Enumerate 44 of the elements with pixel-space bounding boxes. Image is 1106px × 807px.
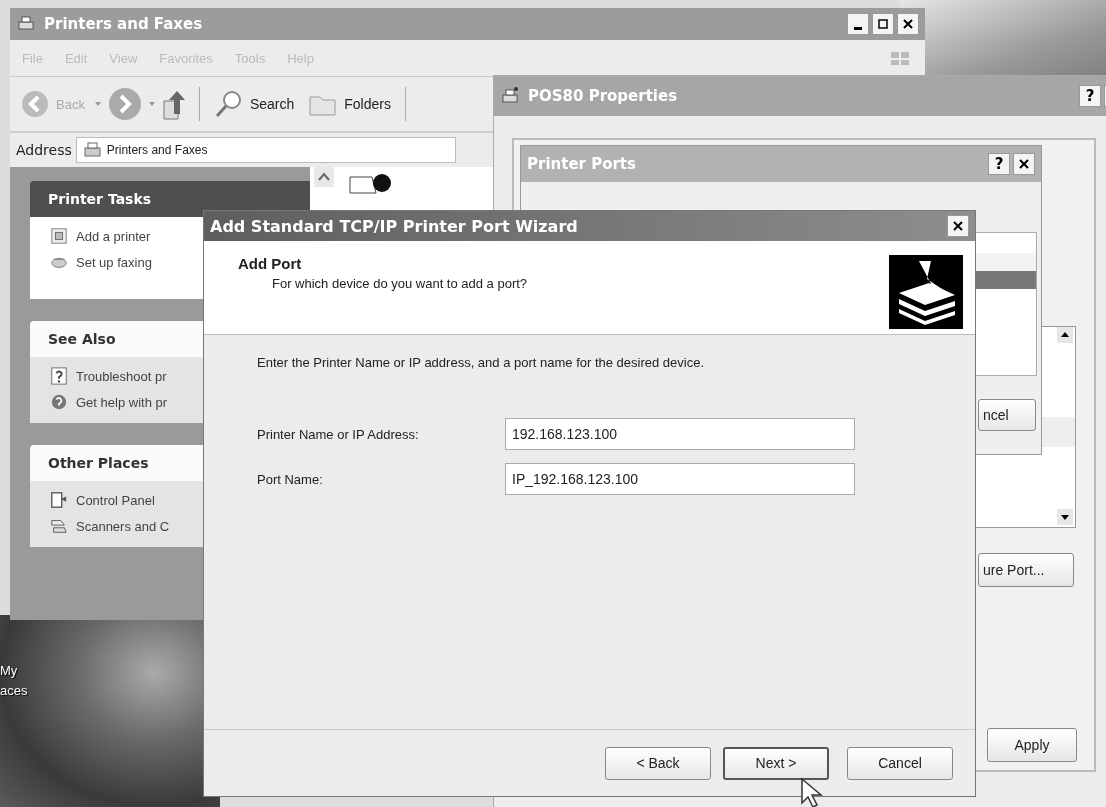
task-link[interactable]: Troubleshoot pr	[76, 368, 167, 384]
minimize-button[interactable]	[847, 13, 869, 35]
help-button[interactable]: ?	[988, 153, 1010, 175]
input-field[interactable]: IP_192.168.123.100	[505, 463, 855, 495]
task-link[interactable]: Set up faxing	[76, 254, 152, 270]
task-link[interactable]: Add a printer	[76, 228, 151, 244]
close-icon	[953, 221, 963, 231]
window-title: Add Standard TCP/IP Printer Port Wizard	[210, 216, 578, 236]
field-label: Printer Name or IP Address:	[257, 426, 420, 442]
wizard-button[interactable]: < Back	[605, 746, 711, 780]
wizard-button[interactable]: Next >	[723, 746, 829, 780]
page-subtitle: For which device do you want to add a port?	[272, 276, 529, 291]
window-title: POS80 Properties	[528, 87, 678, 105]
address-label: Address	[16, 142, 72, 158]
mouse-pointer-icon	[800, 777, 824, 807]
close-icon	[1019, 159, 1029, 169]
close-icon	[903, 19, 913, 29]
close-button[interactable]	[947, 215, 969, 237]
folders-button[interactable]: Folders	[304, 91, 395, 117]
partly-hidden-button[interactable]: ure Port...	[978, 553, 1074, 587]
help-button[interactable]: ?	[1079, 85, 1101, 107]
address-field[interactable]: Printers and Faxes	[75, 137, 456, 163]
task-link[interactable]: Scanners and C	[76, 518, 170, 534]
instruction-text: Enter the Printer Name or IP address, and a port name for the desired device.	[257, 355, 706, 370]
maximize-button[interactable]	[872, 13, 894, 35]
apply-button[interactable]: Apply	[987, 728, 1077, 762]
search-button[interactable]: Search	[209, 89, 299, 119]
maximize-icon	[878, 19, 888, 29]
desktop-shortcut-label[interactable]: My aces	[0, 661, 28, 701]
search-icon	[213, 89, 244, 119]
window-title: Printer Ports	[527, 155, 636, 173]
wizard-button[interactable]: Cancel	[847, 746, 953, 780]
task-link[interactable]: Control Panel	[76, 492, 155, 508]
help-globe-icon	[50, 393, 68, 411]
page-title: Add Port	[238, 255, 303, 272]
partly-hidden-button[interactable]: ncel	[978, 399, 1036, 431]
close-button[interactable]	[1013, 153, 1035, 175]
window-title: Printers and Faxes	[44, 15, 203, 33]
task-link[interactable]: Get help with pr	[76, 394, 168, 410]
minimize-icon	[854, 26, 862, 30]
close-button[interactable]	[897, 13, 919, 35]
task-pane-heading[interactable]: Printer Tasks	[30, 181, 310, 217]
help-icon	[50, 367, 68, 385]
input-field[interactable]: 192.168.123.100	[505, 418, 855, 450]
